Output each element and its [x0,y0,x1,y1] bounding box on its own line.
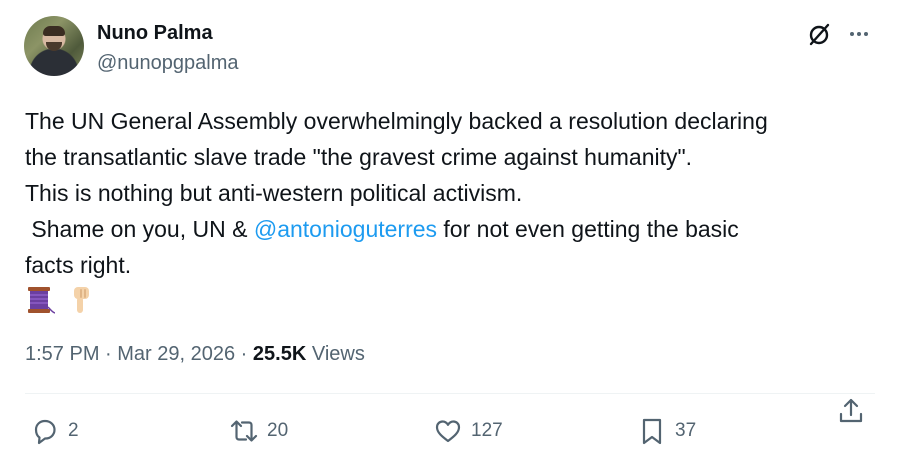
pointing-down-emoji [74,287,90,313]
divider [25,393,875,394]
avatar-hair [43,26,65,36]
tweet-text-segment: for not even getting the basic [437,216,739,242]
bookmark-button[interactable]: 37 [637,414,696,448]
author-name[interactable]: Nuno Palma [97,22,213,45]
bookmark-count: 37 [675,420,697,441]
tweet-line: This is nothing but anti-western politic… [25,180,523,206]
reply-count: 2 [68,420,79,441]
reply-button[interactable]: 2 [30,414,79,448]
more-icon[interactable] [845,21,873,49]
tweet-date[interactable]: Mar 29, 2026 [117,343,235,365]
repost-count: 20 [267,420,289,441]
like-button[interactable]: 127 [433,414,503,448]
meta-separator: · [99,343,118,365]
share-icon[interactable] [836,396,866,426]
tweet-text-segment: Shame on you, UN & [25,216,254,242]
author-handle[interactable]: @nunopgpalma [97,52,239,75]
views-label: Views [306,343,365,365]
mention-link[interactable]: @antonioguterres [254,216,437,242]
tweet-line: The UN General Assembly overwhelmingly b… [25,108,768,134]
reply-icon [34,419,56,445]
tweet-line: facts right. [25,252,132,278]
meta-separator: · [235,343,253,365]
tweet-text: The UN General Assembly overwhelmingly b… [25,103,875,283]
avatar[interactable] [24,16,84,76]
repost-button[interactable]: 20 [229,414,288,448]
avatar-beard [46,42,62,51]
thread-spool-emoji [28,287,55,314]
emoji-row [25,285,95,315]
repost-icon [230,420,258,442]
tweet-line: the transatlantic slave trade "the grave… [25,144,693,170]
heart-icon [435,420,461,443]
grok-icon[interactable] [806,20,834,48]
bookmark-icon [642,418,662,445]
tweet-card: Nuno Palma @nunopgpalma The UN General A… [0,0,898,459]
views-count[interactable]: 25.5K [253,343,306,365]
like-count: 127 [471,420,503,441]
tweet-line: Shame on you, UN & @antonioguterres for … [25,211,875,247]
tweet-time[interactable]: 1:57 PM [25,343,99,365]
tweet-meta: 1:57 PM · Mar 29, 2026 · 25.5K Views [25,343,365,366]
